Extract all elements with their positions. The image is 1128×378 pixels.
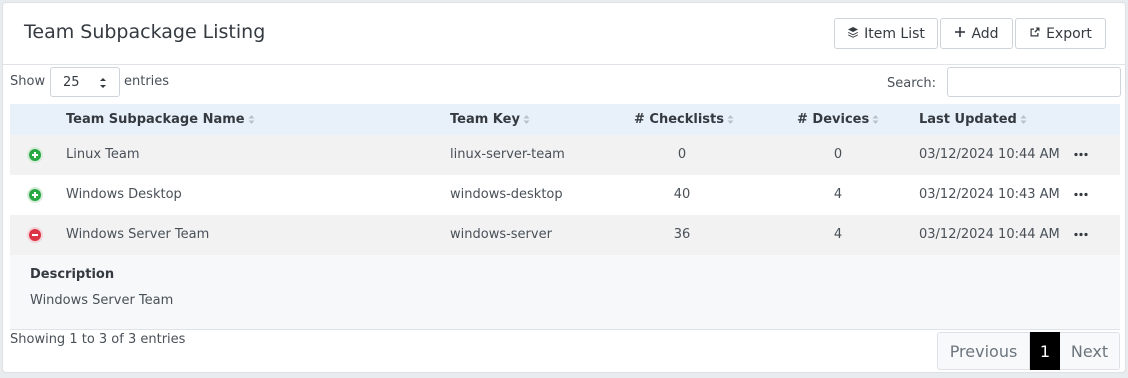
sort-icon bbox=[872, 115, 879, 124]
row-updated: 03/12/2024 10:43 AM bbox=[919, 187, 1060, 202]
more-actions-icon[interactable] bbox=[1074, 232, 1088, 237]
current-page-button[interactable]: 1 bbox=[1030, 332, 1060, 370]
row-checklists: 40 bbox=[673, 187, 691, 202]
more-actions-icon[interactable] bbox=[1074, 192, 1088, 197]
team-subpackage-card: Team Subpackage Listing Item List Add Ex… bbox=[2, 2, 1126, 373]
page-title: Team Subpackage Listing bbox=[24, 21, 266, 43]
sort-icon bbox=[727, 115, 734, 124]
more-actions-icon[interactable] bbox=[1074, 152, 1088, 157]
column-header-devices[interactable]: # Devices bbox=[797, 112, 879, 127]
export-label: Export bbox=[1046, 25, 1092, 42]
export-button[interactable]: Export bbox=[1015, 18, 1106, 49]
add-label: Add bbox=[971, 25, 999, 42]
previous-page-button[interactable]: Previous bbox=[937, 332, 1030, 370]
table-info: Showing 1 to 3 of 3 entries bbox=[10, 332, 186, 347]
search-input[interactable] bbox=[947, 67, 1121, 97]
sort-icon bbox=[523, 115, 530, 124]
external-link-icon bbox=[1029, 26, 1041, 42]
search-label: Search: bbox=[887, 76, 937, 91]
table-row: Windows Desktop windows-desktop 40 4 03/… bbox=[10, 175, 1120, 215]
page-size-value: 25 bbox=[63, 74, 80, 90]
column-header-label: # Devices bbox=[797, 112, 870, 127]
row-details: Description Windows Server Team bbox=[10, 255, 1120, 330]
expand-row-icon[interactable] bbox=[27, 147, 43, 163]
show-label: Show bbox=[10, 74, 46, 89]
row-checklists: 36 bbox=[673, 227, 691, 242]
row-updated: 03/12/2024 10:44 AM bbox=[919, 147, 1060, 162]
sort-icon bbox=[1020, 115, 1027, 124]
select-arrows-icon bbox=[99, 76, 107, 90]
table-row: Linux Team linux-server-team 0 0 03/12/2… bbox=[10, 135, 1120, 175]
description-text: Windows Server Team bbox=[30, 293, 174, 308]
description-title: Description bbox=[30, 267, 115, 282]
table-row: Windows Server Team windows-server 36 4 … bbox=[10, 215, 1120, 255]
column-header-label: # Checklists bbox=[634, 112, 724, 127]
row-key: windows-server bbox=[450, 227, 552, 242]
item-list-button[interactable]: Item List bbox=[834, 18, 938, 49]
sort-icon bbox=[248, 115, 255, 124]
table-header: Team Subpackage Name Team Key # Checklis… bbox=[10, 104, 1120, 135]
row-devices: 0 bbox=[833, 147, 843, 162]
next-page-button[interactable]: Next bbox=[1060, 332, 1120, 370]
entries-label: entries bbox=[124, 74, 170, 89]
column-header-label: Team Subpackage Name bbox=[66, 112, 245, 127]
subpackage-table: Team Subpackage Name Team Key # Checklis… bbox=[10, 104, 1120, 330]
row-key: windows-desktop bbox=[450, 187, 563, 202]
pagination: Previous 1 Next bbox=[937, 332, 1120, 370]
expand-row-icon[interactable] bbox=[27, 187, 43, 203]
column-header-updated[interactable]: Last Updated bbox=[919, 112, 1027, 127]
column-header-label: Team Key bbox=[450, 112, 520, 127]
layers-icon bbox=[847, 26, 859, 42]
page-size-select[interactable]: 25 bbox=[50, 67, 120, 97]
card-header: Team Subpackage Listing Item List Add Ex… bbox=[3, 3, 1125, 65]
item-list-label: Item List bbox=[864, 25, 925, 42]
add-button[interactable]: Add bbox=[940, 18, 1013, 49]
row-name: Windows Desktop bbox=[66, 187, 182, 202]
row-name: Windows Server Team bbox=[66, 227, 210, 242]
column-header-checklists[interactable]: # Checklists bbox=[634, 112, 734, 127]
column-header-label: Last Updated bbox=[919, 112, 1017, 127]
row-name: Linux Team bbox=[66, 147, 140, 162]
row-key: linux-server-team bbox=[450, 147, 565, 162]
plus-icon bbox=[954, 26, 966, 42]
column-header-name[interactable]: Team Subpackage Name bbox=[66, 112, 255, 127]
collapse-row-icon[interactable] bbox=[27, 227, 43, 243]
row-devices: 4 bbox=[833, 187, 843, 202]
row-devices: 4 bbox=[833, 227, 843, 242]
column-header-key[interactable]: Team Key bbox=[450, 112, 530, 127]
row-updated: 03/12/2024 10:44 AM bbox=[919, 227, 1060, 242]
row-checklists: 0 bbox=[677, 147, 687, 162]
